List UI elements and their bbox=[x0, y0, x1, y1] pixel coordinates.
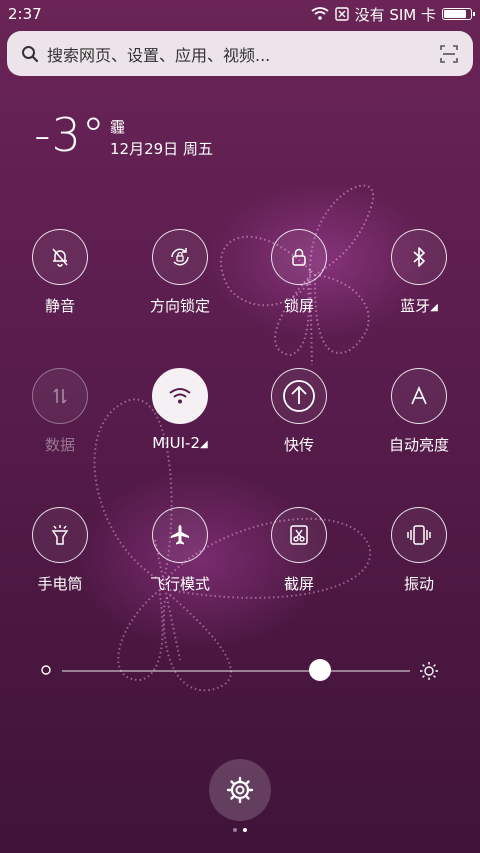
toggle-rotation-lock-circle[interactable] bbox=[152, 229, 208, 285]
auto-brightness-icon bbox=[411, 386, 427, 405]
toggle-bluetooth-circle[interactable] bbox=[391, 229, 447, 285]
toggle-label: 数据 bbox=[44, 436, 75, 454]
toggle-rotation-lock[interactable]: 方向锁定 bbox=[125, 229, 235, 316]
page-dot-active bbox=[243, 828, 247, 832]
search-icon bbox=[22, 45, 39, 62]
lock-icon bbox=[292, 248, 306, 266]
more-options-icon: ◢ bbox=[430, 302, 438, 313]
page-indicator bbox=[0, 828, 480, 832]
status-bar: 2:37 没有 SIM 卡 bbox=[0, 0, 480, 28]
brightness-slider-handle[interactable] bbox=[308, 659, 331, 681]
screenshot-icon bbox=[290, 525, 308, 545]
weather-condition: 霾 bbox=[110, 118, 126, 136]
battery-icon bbox=[442, 8, 475, 20]
toggle-data-circle[interactable] bbox=[32, 368, 88, 424]
status-icons: 没有 SIM 卡 bbox=[311, 4, 475, 25]
toggle-screenshot-circle[interactable] bbox=[271, 507, 327, 563]
settings-button[interactable] bbox=[209, 759, 271, 821]
search-placeholder: 搜索网页、设置、应用、视频... bbox=[47, 45, 271, 65]
toggle-label: 快传 bbox=[283, 436, 314, 454]
toggle-vibrate[interactable]: 振动 bbox=[364, 507, 474, 594]
toggle-label: MIUI-2 bbox=[152, 434, 201, 452]
vibrate-icon bbox=[407, 525, 431, 545]
toggle-label: 飞行模式 bbox=[149, 575, 210, 593]
toggle-lock-screen[interactable]: 锁屏 bbox=[244, 229, 354, 316]
toggle-airplane-circle[interactable] bbox=[152, 507, 208, 563]
toggle-label: 手电筒 bbox=[37, 575, 83, 593]
toggle-silent[interactable]: 静音 bbox=[5, 229, 115, 316]
scan-icon[interactable] bbox=[439, 44, 459, 64]
toggle-data[interactable]: 数据 bbox=[5, 368, 115, 455]
toggle-vibrate-circle[interactable] bbox=[391, 507, 447, 563]
wifi-icon bbox=[169, 388, 191, 404]
toggle-wifi[interactable]: MIUI-2◢ bbox=[125, 368, 235, 452]
brightness-slider-track[interactable] bbox=[62, 670, 410, 672]
bluetooth-icon bbox=[413, 247, 425, 267]
gear-icon bbox=[226, 776, 254, 804]
toggle-transfer-circle[interactable] bbox=[271, 368, 327, 424]
toggle-airplane[interactable]: 飞行模式 bbox=[125, 507, 235, 594]
toggle-label: 静音 bbox=[44, 297, 75, 315]
page-dot bbox=[233, 828, 237, 832]
toggle-wifi-circle[interactable] bbox=[152, 368, 208, 424]
toggle-silent-circle[interactable] bbox=[32, 229, 88, 285]
toggle-bluetooth[interactable]: 蓝牙◢ bbox=[364, 229, 474, 316]
rotation-lock-icon bbox=[171, 248, 189, 266]
weather-date: 12月29日 周五 bbox=[110, 140, 213, 158]
toggle-label: 方向锁定 bbox=[149, 297, 210, 315]
carrier-text: 没有 SIM 卡 bbox=[354, 5, 436, 24]
toggle-flashlight-circle[interactable] bbox=[32, 507, 88, 563]
data-icon bbox=[53, 388, 67, 404]
toggle-transfer[interactable]: 快传 bbox=[244, 368, 354, 455]
toggle-label: 自动亮度 bbox=[388, 436, 449, 454]
more-options-icon: ◢ bbox=[200, 439, 208, 450]
temperature: -3° bbox=[34, 108, 106, 162]
toggle-auto-brightness-circle[interactable] bbox=[391, 368, 447, 424]
brightness-high-icon bbox=[420, 662, 438, 680]
toggle-label-row: MIUI-2◢ bbox=[125, 434, 235, 452]
transfer-icon bbox=[283, 380, 315, 412]
toggle-label-row: 蓝牙◢ bbox=[364, 295, 474, 316]
wifi-signal-icon bbox=[311, 7, 329, 20]
toggle-lock-screen-circle[interactable] bbox=[271, 229, 327, 285]
brightness-low-icon bbox=[41, 665, 51, 675]
toggle-flashlight[interactable]: 手电筒 bbox=[5, 507, 115, 594]
airplane-icon bbox=[171, 525, 189, 545]
toggle-auto-brightness[interactable]: 自动亮度 bbox=[364, 368, 474, 455]
clock: 2:37 bbox=[8, 5, 42, 23]
toggle-label: 截屏 bbox=[283, 575, 314, 593]
flashlight-icon bbox=[51, 525, 69, 545]
toggle-label: 锁屏 bbox=[283, 297, 314, 315]
silent-bell-icon bbox=[52, 248, 68, 267]
toggle-label: 振动 bbox=[403, 575, 434, 593]
search-bar[interactable]: 搜索网页、设置、应用、视频... bbox=[7, 31, 473, 76]
no-sim-icon bbox=[334, 7, 349, 21]
control-center-screen: 2:37 没有 SIM 卡 搜索网页、设置、应用、视频... -3° 霾 12月… bbox=[0, 0, 480, 853]
toggle-screenshot[interactable]: 截屏 bbox=[244, 507, 354, 594]
toggle-label: 蓝牙 bbox=[400, 297, 431, 315]
